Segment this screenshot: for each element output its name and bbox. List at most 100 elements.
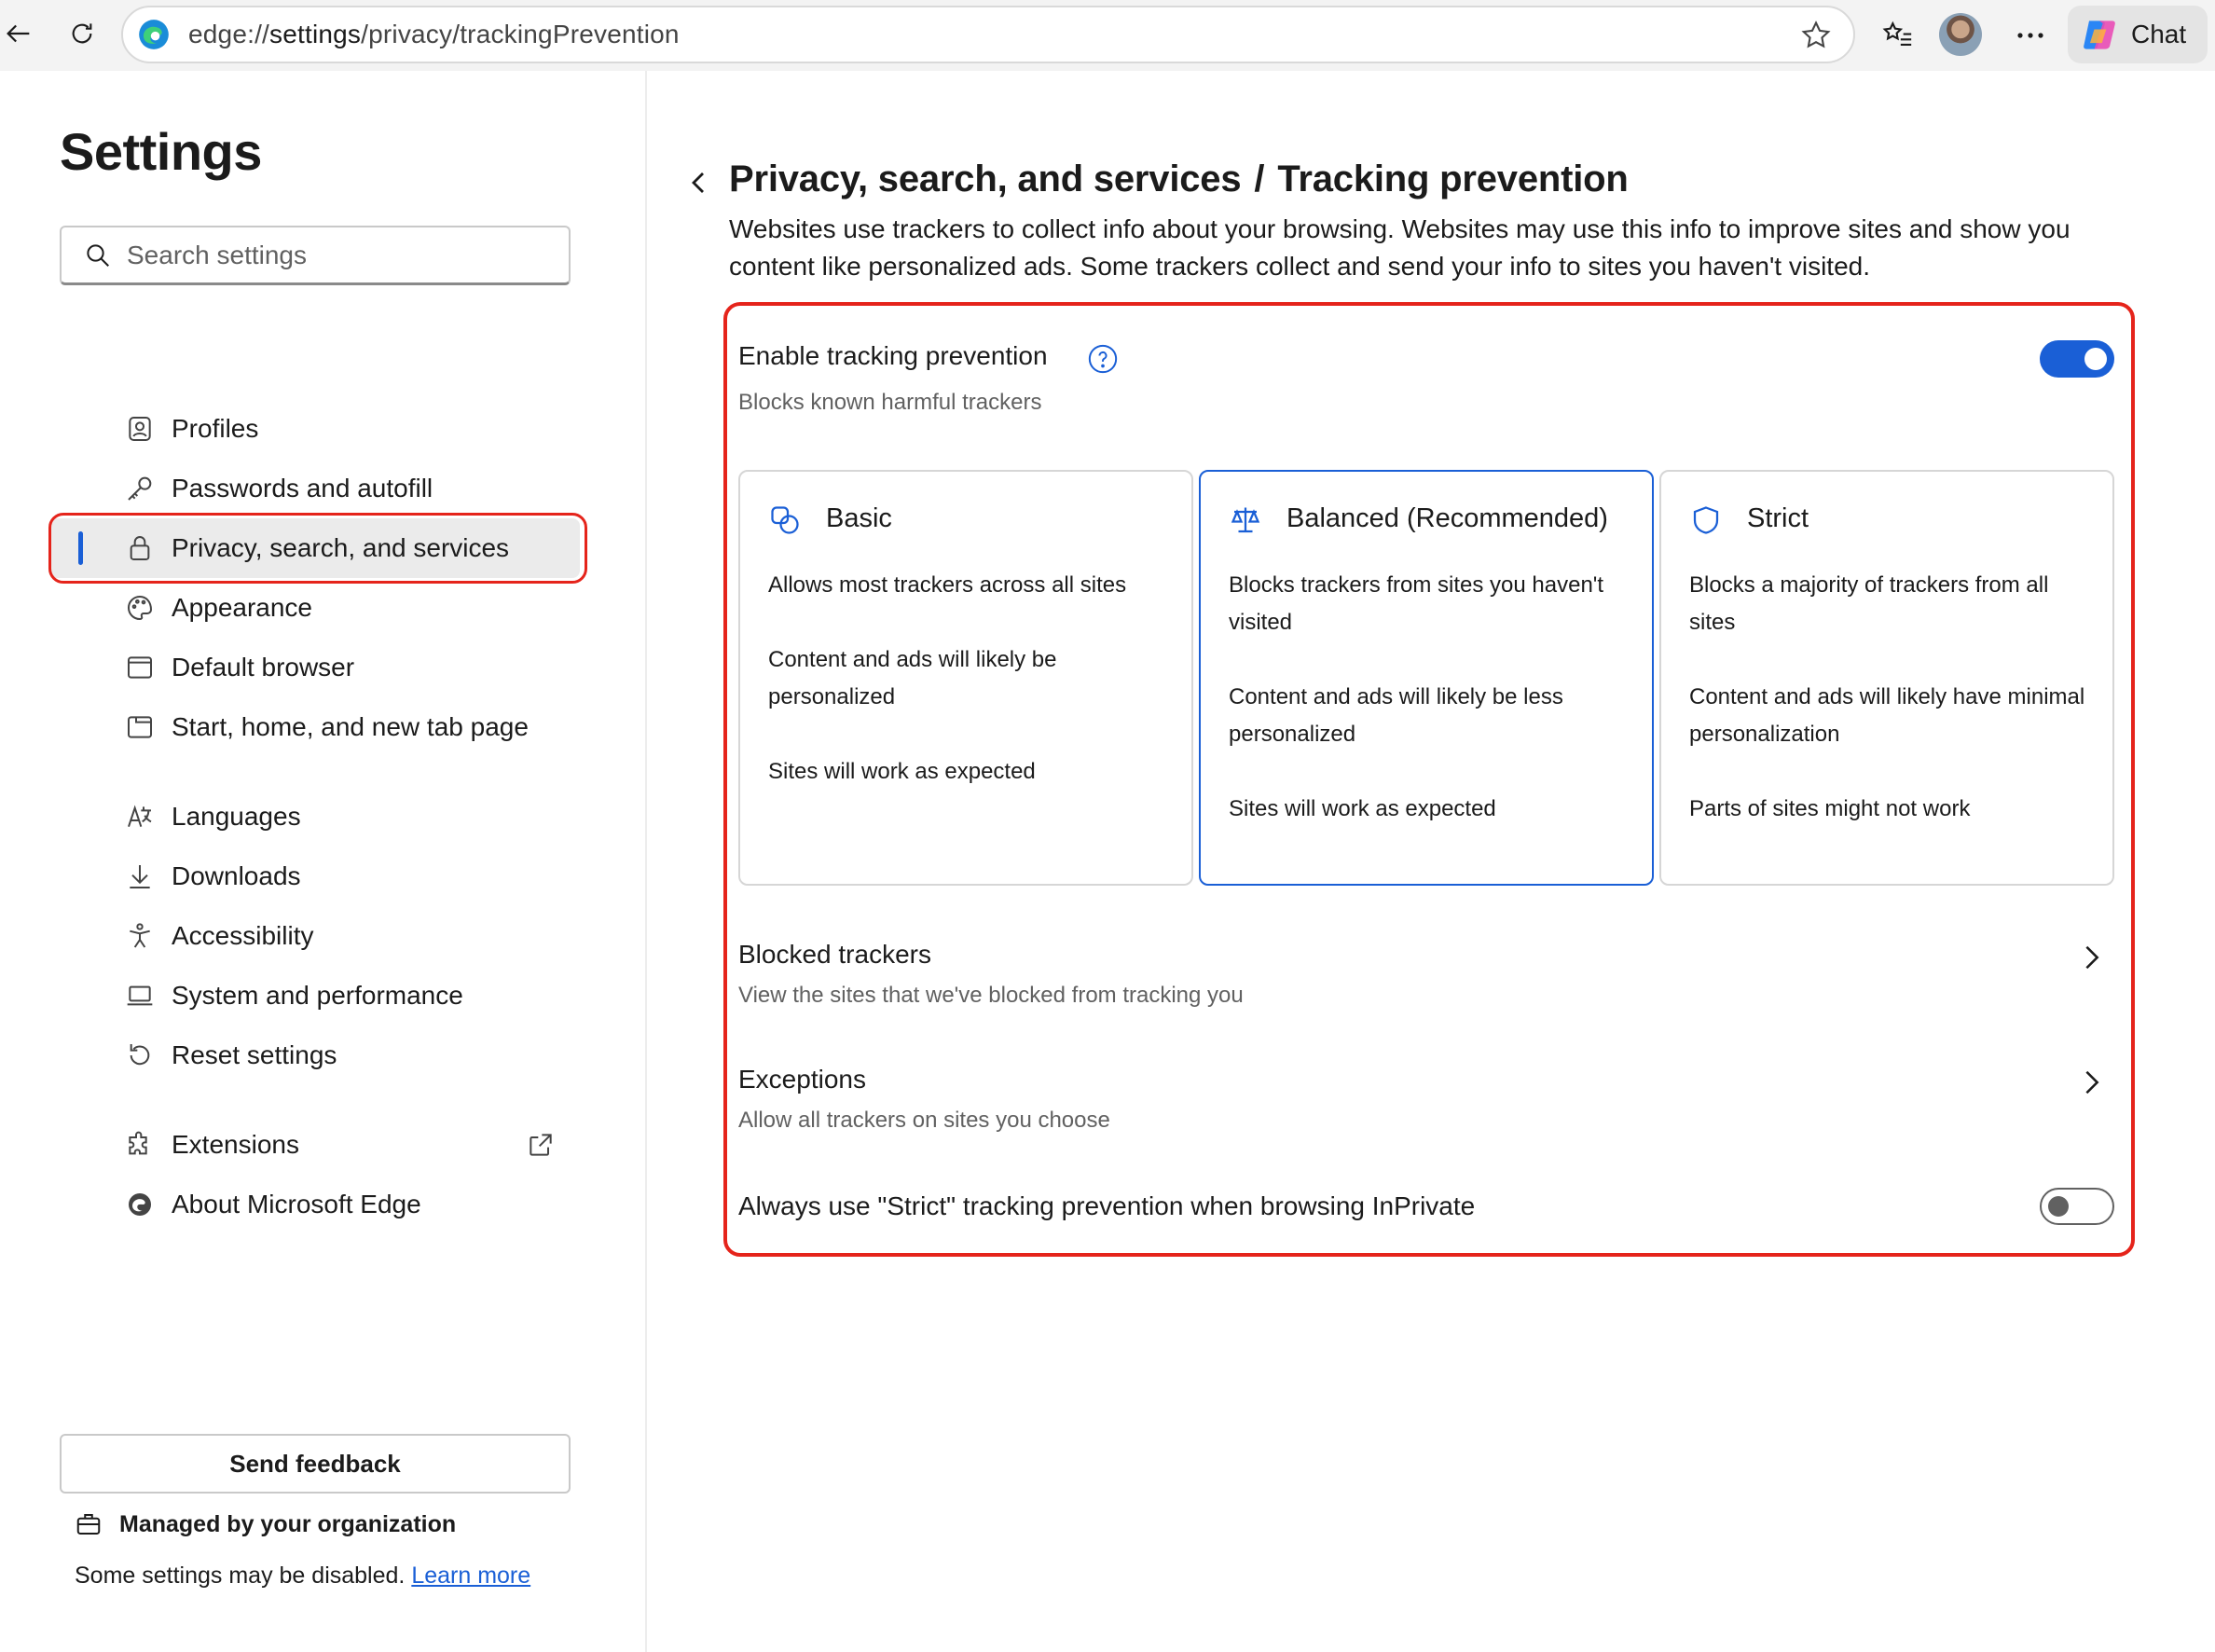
- level-line: Allows most trackers across all sites: [768, 572, 1127, 598]
- favorite-star-icon[interactable]: [1799, 19, 1833, 52]
- level-name: Basic: [826, 503, 892, 533]
- level-line: Blocks trackers from sites you haven't v…: [1229, 572, 1604, 635]
- breadcrumb-parent[interactable]: Privacy, search, and services: [729, 158, 1242, 200]
- back-arrow-icon: [7, 24, 30, 43]
- sidebar-item-appearance[interactable]: Appearance: [48, 578, 580, 638]
- key-icon: [128, 476, 152, 501]
- languages-icon: [128, 805, 152, 827]
- sidebar-item-label: Accessibility: [172, 921, 314, 950]
- level-line: Content and ads will likely have minimal…: [1689, 684, 2085, 747]
- level-name: Balanced (Recommended): [1286, 503, 1608, 533]
- annotation-outline-sidebar: [48, 513, 587, 584]
- sidebar-item-languages[interactable]: Languages: [48, 787, 580, 847]
- blocked-trackers-title: Blocked trackers: [738, 940, 931, 969]
- sidebar-item-label: Passwords and autofill: [172, 474, 433, 502]
- refresh-button[interactable]: [63, 15, 101, 52]
- help-icon[interactable]: [1087, 343, 1119, 375]
- sidebar-item-downloads[interactable]: Downloads: [48, 847, 580, 906]
- sidebar-item-label: Appearance: [172, 593, 313, 622]
- sidebar-item-accessibility[interactable]: Accessibility: [48, 906, 580, 966]
- url-scheme: edge://: [188, 20, 270, 48]
- send-feedback-button[interactable]: Send feedback: [60, 1434, 571, 1494]
- page-title: Privacy, search, and services / Tracking p…: [729, 158, 1629, 200]
- palette-icon: [128, 595, 153, 621]
- inprivate-strict-title: Always use "Strict" tracking prevention …: [738, 1191, 1476, 1220]
- level-line: Content and ads will likely be less pers…: [1229, 684, 1563, 747]
- enable-tracking-toggle[interactable]: [2040, 340, 2114, 378]
- disabled-note-text: Some settings may be disabled.: [75, 1563, 406, 1589]
- chevron-right-icon: [2085, 945, 2099, 970]
- home-tab-icon: [128, 716, 152, 738]
- url-text: edge://settings/privacy/trackingPreventi…: [188, 20, 680, 49]
- sidebar-item-profiles[interactable]: Profiles: [48, 399, 580, 459]
- copilot-chat-button[interactable]: Chat: [2068, 6, 2208, 63]
- level-line: Parts of sites might not work: [1689, 796, 1971, 821]
- sidebar-item-label: Reset settings: [172, 1040, 337, 1069]
- sidebar-item-label: Start, home, and new tab page: [172, 712, 529, 741]
- basic-shapes-icon: [771, 506, 799, 534]
- scales-icon: [1231, 507, 1260, 533]
- level-card-balanced[interactable]: Balanced (Recommended) Blocks trackers f…: [1199, 470, 1654, 886]
- edge-icon: [129, 1193, 151, 1216]
- blocked-trackers-subtitle: View the sites that we've blocked from t…: [738, 983, 1244, 1008]
- level-line: Content and ads will likely be personali…: [768, 647, 1057, 709]
- enable-tracking-title: Enable tracking prevention: [738, 341, 1048, 370]
- sidebar-item-system[interactable]: System and performance: [48, 966, 580, 1026]
- settings-title: Settings: [60, 122, 262, 181]
- url-path: /privacy/trackingPrevention: [361, 20, 680, 48]
- laptop-icon: [127, 985, 153, 1006]
- exceptions-row[interactable]: Exceptions Allow all trackers on sites y…: [727, 1053, 2126, 1147]
- shield-icon: [1693, 506, 1719, 534]
- accessibility-icon: [130, 923, 150, 948]
- sidebar-item-default-browser[interactable]: Default browser: [48, 638, 580, 697]
- copilot-icon: [2084, 21, 2115, 49]
- external-link-icon: [530, 1134, 552, 1156]
- level-line: Blocks a majority of trackers from all s…: [1689, 572, 2049, 635]
- sidebar-item-passwords[interactable]: Passwords and autofill: [48, 459, 580, 518]
- search-settings-box[interactable]: [60, 226, 571, 285]
- browser-icon: [128, 656, 152, 679]
- back-chevron-icon[interactable]: [688, 170, 710, 196]
- disabled-note: Some settings may be disabled. Learn mor…: [75, 1563, 530, 1590]
- puzzle-icon: [129, 1131, 147, 1155]
- sidebar-item-label: Extensions: [172, 1130, 299, 1159]
- exceptions-title: Exceptions: [738, 1065, 866, 1094]
- page-description: Websites use trackers to collect info ab…: [729, 214, 2071, 281]
- sidebar-item-label: System and performance: [172, 981, 463, 1010]
- enable-tracking-subtitle: Blocks known harmful trackers: [738, 390, 1042, 415]
- managed-notice: Managed by your organization: [75, 1510, 456, 1538]
- level-name: Strict: [1747, 503, 1809, 533]
- level-line: Sites will work as expected: [768, 759, 1036, 784]
- sidebar-item-extensions[interactable]: Extensions: [48, 1115, 580, 1175]
- learn-more-link[interactable]: Learn more: [411, 1563, 530, 1589]
- sidebar-item-reset[interactable]: Reset settings: [48, 1026, 580, 1085]
- back-button[interactable]: [0, 15, 37, 52]
- blocked-trackers-row[interactable]: Blocked trackers View the sites that we'…: [727, 929, 2126, 1022]
- level-card-strict[interactable]: Strict Blocks a majority of trackers fro…: [1659, 470, 2114, 886]
- sidebar-item-label: Default browser: [172, 653, 355, 681]
- breadcrumb-separator: /: [1254, 158, 1265, 200]
- level-card-basic[interactable]: Basic Allows most trackers across all si…: [738, 470, 1193, 886]
- sidebar-item-start-home[interactable]: Start, home, and new tab page: [48, 697, 580, 757]
- profile-avatar[interactable]: [1939, 13, 1982, 56]
- inprivate-strict-toggle[interactable]: [2040, 1188, 2114, 1225]
- reset-icon: [130, 1044, 150, 1066]
- more-menu-button[interactable]: [2010, 15, 2051, 56]
- sidebar-item-label: Profiles: [172, 414, 259, 443]
- ellipsis-icon: [2017, 33, 2043, 38]
- breadcrumb-current: Tracking prevention: [1277, 158, 1629, 200]
- sidebar-item-label: About Microsoft Edge: [172, 1190, 421, 1218]
- sidebar-item-about[interactable]: About Microsoft Edge: [48, 1175, 580, 1234]
- download-icon: [130, 865, 150, 888]
- sidebar-item-label: Languages: [172, 802, 301, 831]
- sidebar-item-label: Downloads: [172, 861, 301, 890]
- address-bar[interactable]: edge://settings/privacy/trackingPreventi…: [121, 6, 1855, 63]
- browser-toolbar: edge://settings/privacy/trackingPreventi…: [0, 0, 2215, 71]
- url-host: settings: [269, 20, 362, 48]
- profiles-icon: [129, 417, 151, 441]
- search-input[interactable]: [127, 240, 537, 270]
- favorites-button[interactable]: [1878, 15, 1919, 56]
- briefcase-icon: [76, 1514, 101, 1535]
- search-icon: [87, 243, 109, 267]
- refresh-icon: [72, 23, 92, 44]
